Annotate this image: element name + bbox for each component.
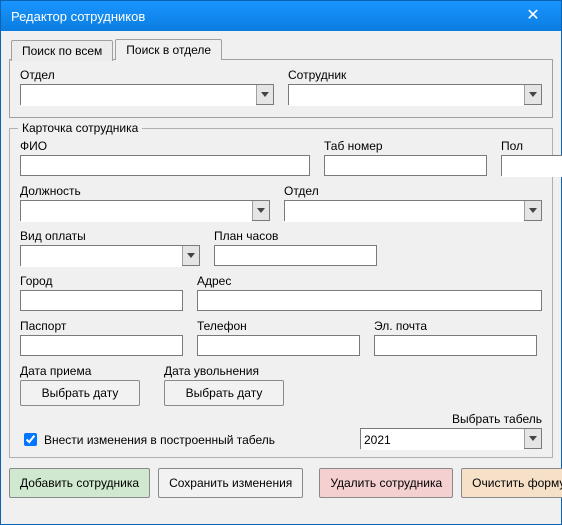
gender-combo[interactable] [501,155,562,176]
chevron-down-icon[interactable] [524,85,541,104]
tab-number-input[interactable] [324,155,487,176]
tab-number-label: Таб номер [324,139,487,153]
pay-type-combo[interactable] [20,245,200,266]
window-title: Редактор сотрудников [11,9,513,24]
email-input[interactable] [374,335,537,356]
save-changes-button[interactable]: Сохранить изменения [158,468,303,498]
pick-hire-date-button[interactable]: Выбрать дату [20,380,140,406]
employee-input[interactable] [289,85,524,106]
tab-panel-search-dept: Отдел Сотрудник [9,59,553,118]
tab-search-dept[interactable]: Поиск в отделе [115,39,222,60]
department-label: Отдел [20,68,274,82]
chevron-down-icon[interactable] [524,201,541,220]
employee-combo[interactable] [288,84,542,105]
pay-type-input[interactable] [21,246,182,267]
clear-form-button[interactable]: Очистить форму [461,468,562,498]
apply-timesheet-label: Внести изменения в построенный табель [44,433,275,447]
chevron-down-icon[interactable] [252,201,269,220]
phone-label: Телефон [197,319,360,333]
city-label: Город [20,274,183,288]
group-legend: Карточка сотрудника [18,121,142,135]
app-window: Редактор сотрудников ✕ Поиск по всем Пои… [0,0,562,525]
address-input[interactable] [197,290,542,311]
plan-hours-label: План часов [214,229,377,243]
chevron-down-icon[interactable] [182,246,199,265]
tab-search-all[interactable]: Поиск по всем [11,40,113,61]
passport-input[interactable] [20,335,183,356]
position-input[interactable] [21,201,252,222]
titlebar: Редактор сотрудников ✕ [1,1,561,31]
employee-label: Сотрудник [288,68,542,82]
action-bar: Добавить сотрудника Сохранить изменения … [1,464,561,506]
timesheet-combo[interactable] [360,428,542,449]
position-combo[interactable] [20,200,270,221]
card-department-input[interactable] [285,201,524,222]
pick-fire-date-button[interactable]: Выбрать дату [164,380,284,406]
delete-employee-button[interactable]: Удалить сотрудника [319,468,453,498]
email-label: Эл. почта [374,319,537,333]
gender-input[interactable] [502,156,562,177]
gender-label: Пол [501,139,562,153]
fire-date-label: Дата увольнения [164,364,314,378]
department-input[interactable] [21,85,256,106]
card-department-label: Отдел [284,184,542,198]
close-icon[interactable]: ✕ [513,1,553,31]
add-employee-button[interactable]: Добавить сотрудника [9,468,150,498]
timesheet-input[interactable] [361,429,524,450]
chevron-down-icon[interactable] [256,85,273,104]
department-combo[interactable] [20,84,274,105]
select-timesheet-label: Выбрать табель [360,412,542,426]
hire-date-label: Дата приема [20,364,150,378]
passport-label: Паспорт [20,319,183,333]
card-department-combo[interactable] [284,200,542,221]
pay-type-label: Вид оплаты [20,229,200,243]
fio-input[interactable] [20,155,310,176]
city-input[interactable] [20,290,183,311]
position-label: Должность [20,184,270,198]
apply-timesheet-checkbox[interactable] [24,433,37,446]
address-label: Адрес [197,274,542,288]
fio-label: ФИО [20,139,310,153]
phone-input[interactable] [197,335,360,356]
tabs: Поиск по всем Поиск в отделе Отдел [9,39,553,118]
employee-card-group: Карточка сотрудника ФИО Таб номер Пол [9,128,553,458]
content-area: Поиск по всем Поиск в отделе Отдел [1,31,561,464]
plan-hours-input[interactable] [214,245,377,266]
chevron-down-icon[interactable] [524,429,541,448]
